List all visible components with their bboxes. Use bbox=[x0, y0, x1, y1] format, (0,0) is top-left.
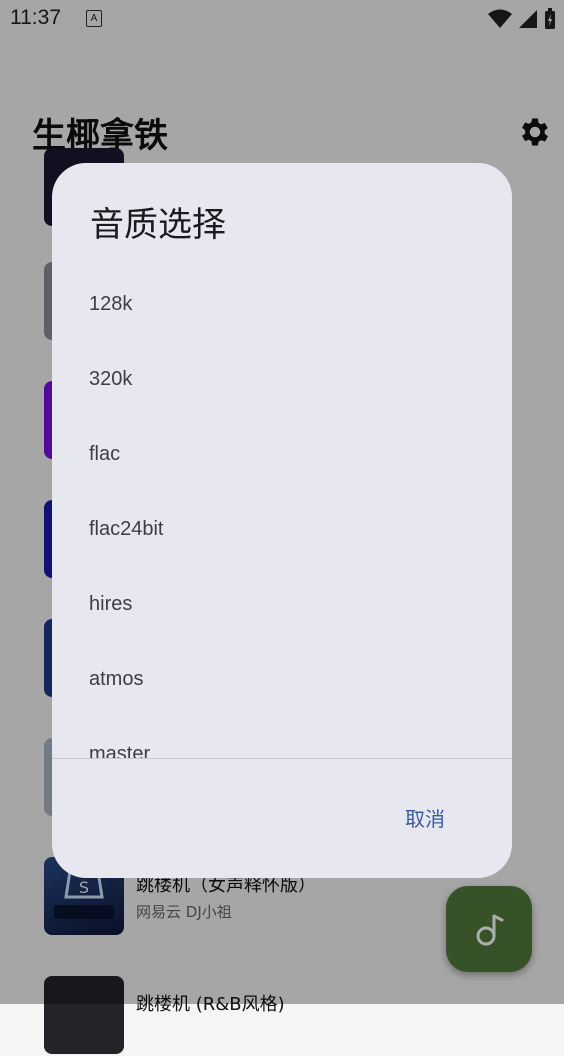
option-hires[interactable]: hires bbox=[52, 568, 512, 643]
option-label: flac24bit bbox=[89, 518, 164, 540]
quality-options-list[interactable]: 128k 320k flac flac24bit hires atmos mas… bbox=[52, 268, 512, 758]
dialog-title: 音质选择 bbox=[90, 205, 226, 245]
option-128k[interactable]: 128k bbox=[52, 268, 512, 343]
option-flac24bit[interactable]: flac24bit bbox=[52, 493, 512, 568]
option-label: 320k bbox=[89, 368, 133, 390]
option-label: 128k bbox=[89, 293, 133, 315]
option-label: hires bbox=[89, 593, 133, 615]
option-flac[interactable]: flac bbox=[52, 418, 512, 493]
option-label: atmos bbox=[89, 668, 144, 690]
option-label: flac bbox=[89, 443, 121, 465]
option-320k[interactable]: 320k bbox=[52, 343, 512, 418]
cancel-button[interactable]: 取消 bbox=[390, 795, 460, 843]
quality-select-dialog: 音质选择 128k 320k flac flac24bit hires atmo… bbox=[52, 163, 512, 878]
option-master[interactable]: master bbox=[52, 718, 512, 758]
dialog-divider bbox=[52, 758, 512, 759]
option-label: master bbox=[89, 743, 151, 758]
option-atmos[interactable]: atmos bbox=[52, 643, 512, 718]
